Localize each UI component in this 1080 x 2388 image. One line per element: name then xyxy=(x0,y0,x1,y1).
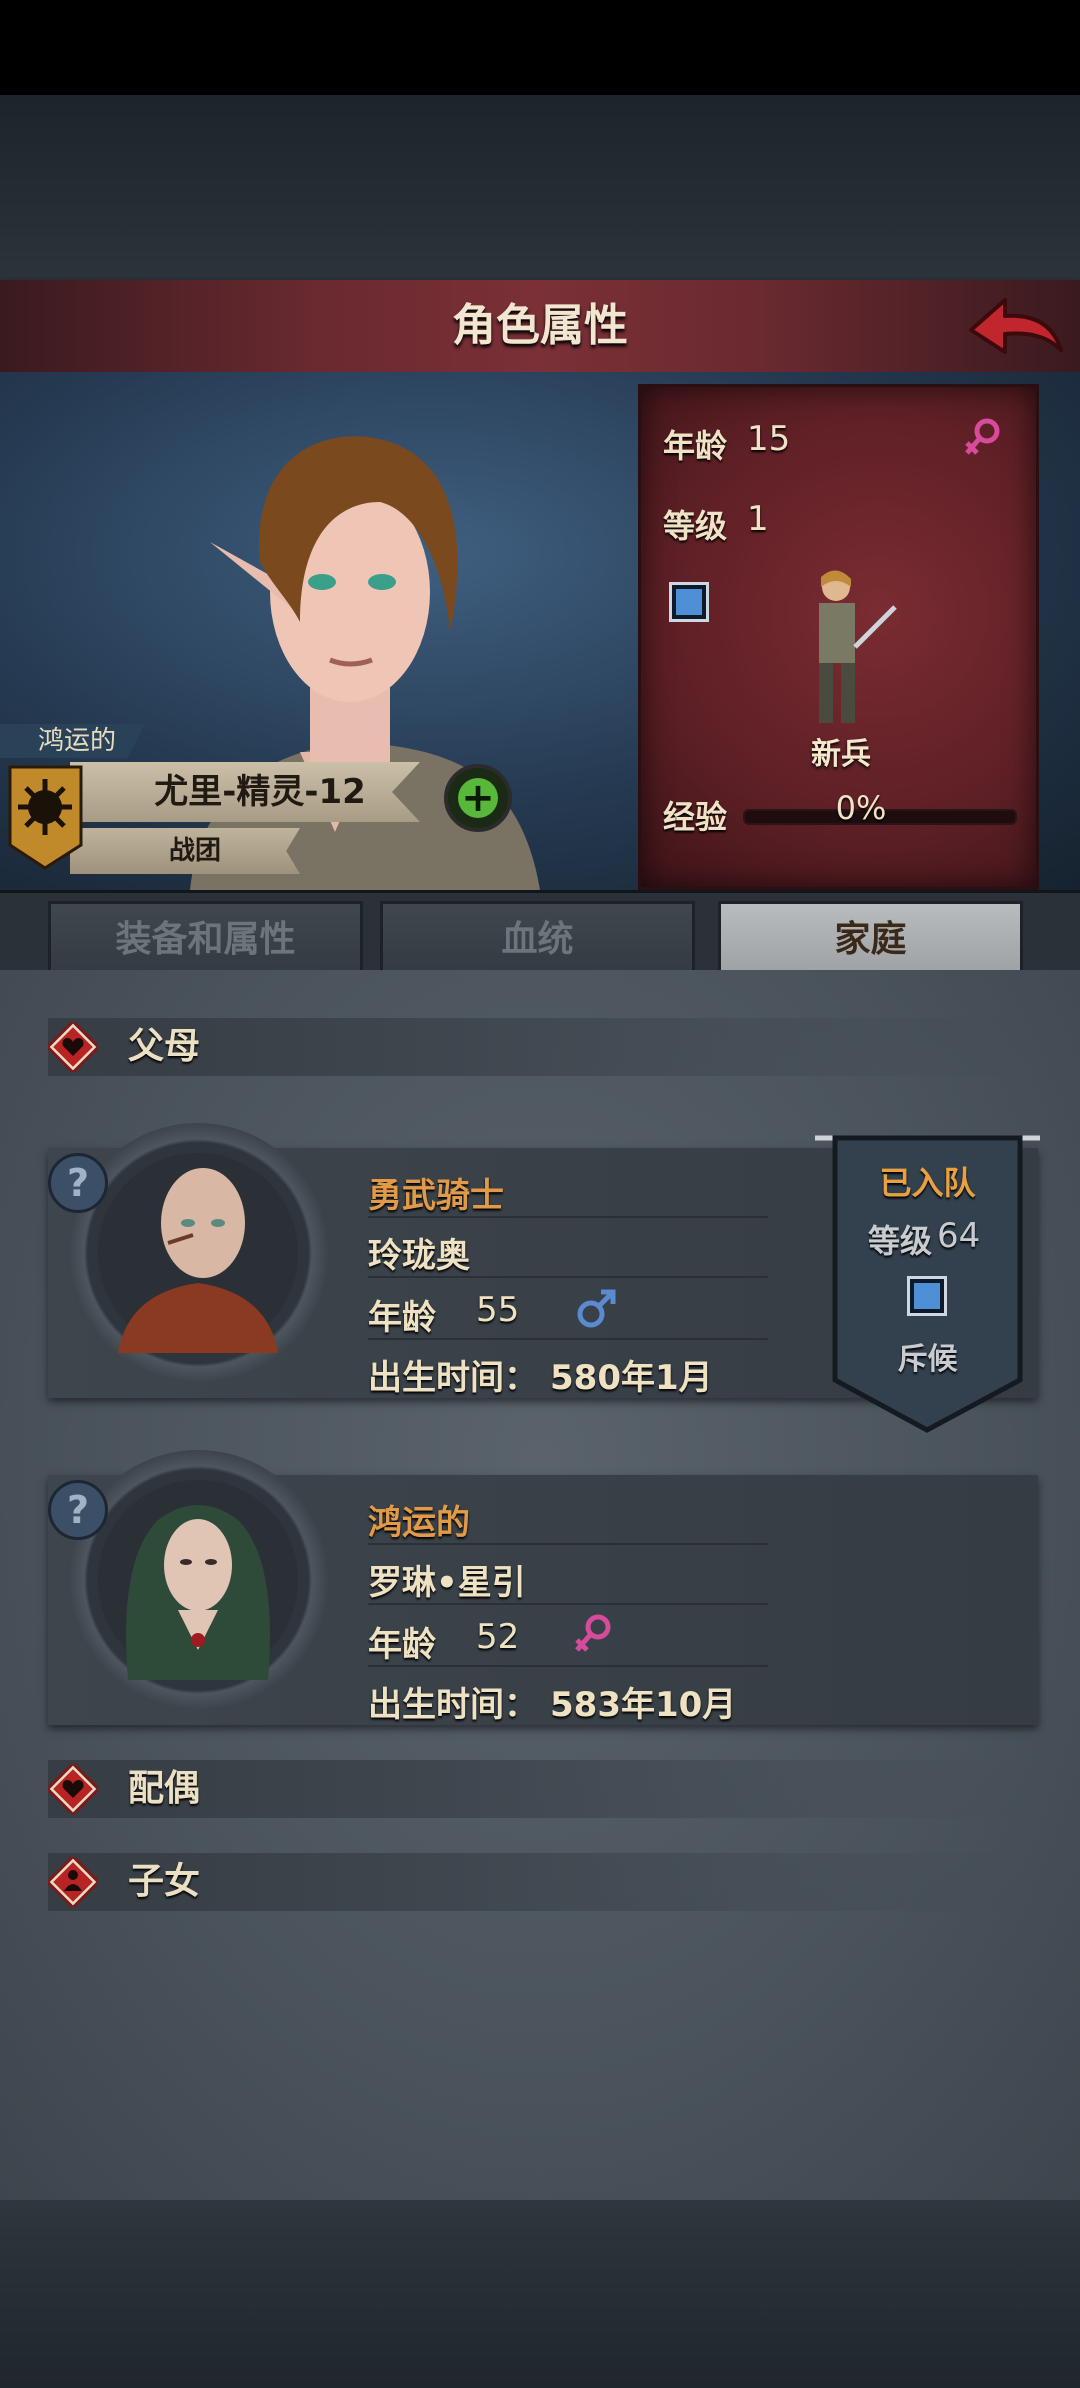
level-value: 1 xyxy=(747,499,769,539)
child-icon xyxy=(48,1857,98,1907)
father-portrait xyxy=(98,1153,298,1353)
stats-panel: 年龄 15 等级 1 新兵 经验 0% xyxy=(638,384,1039,890)
sword-icon xyxy=(907,1276,947,1316)
xp-percent: 0% xyxy=(835,789,887,827)
parent-age: 55 xyxy=(476,1290,520,1330)
female-icon xyxy=(575,1614,611,1652)
status-bar xyxy=(0,0,1080,95)
parent-age: 52 xyxy=(476,1617,520,1657)
parent-birth-label: 出生时间： xyxy=(368,1685,538,1725)
divider xyxy=(368,1276,768,1278)
female-icon xyxy=(965,418,1000,455)
divider xyxy=(368,1543,768,1545)
footer-background xyxy=(0,2200,1080,2388)
male-icon xyxy=(577,1289,616,1328)
sword-icon[interactable] xyxy=(669,582,709,622)
parent-birth-label: 出生时间： xyxy=(368,1358,538,1398)
question-icon[interactable]: ? xyxy=(48,1480,108,1540)
divider xyxy=(368,1603,768,1605)
tab-bloodline[interactable]: 血统 xyxy=(380,901,695,973)
age-label: 年龄 xyxy=(663,427,728,465)
section-parents: 父母 xyxy=(48,1018,1028,1076)
character-title-tag: 鸿运的 xyxy=(0,724,145,758)
legion-plate: 战团 xyxy=(70,828,300,874)
parent-title: 鸿运的 xyxy=(368,1503,470,1543)
legion-emblem-icon xyxy=(8,765,83,870)
class-figure xyxy=(819,570,897,723)
banner-class: 斥候 xyxy=(897,1342,958,1377)
question-icon[interactable]: ? xyxy=(48,1153,108,1213)
header-background xyxy=(0,95,1080,280)
section-parents-label: 父母 xyxy=(128,1026,201,1067)
parent-age-label: 年龄 xyxy=(368,1625,436,1665)
divider xyxy=(368,1338,768,1340)
joined-label: 已入队 xyxy=(879,1164,976,1202)
avatar xyxy=(68,1450,328,1710)
status-banner: 已入队 等级 64 斥候 xyxy=(815,1130,1040,1440)
parent-birth: 580年1月 xyxy=(550,1358,713,1398)
banner-level-label: 等级 xyxy=(868,1222,933,1260)
heart-icon xyxy=(48,1764,98,1814)
class-name: 新兵 xyxy=(811,737,871,772)
character-name: 尤里-精灵-12 xyxy=(154,772,366,812)
add-button[interactable]: + xyxy=(444,764,512,832)
parent-age-label: 年龄 xyxy=(368,1298,436,1338)
tab-equipment[interactable]: 装备和属性 xyxy=(48,901,363,973)
section-children-label: 子女 xyxy=(128,1861,201,1902)
title-bar: 角色属性 xyxy=(0,280,1080,376)
parent-card-mother[interactable]: ? 鸿运的 罗琳•星引 年龄 52 出生时间： 583年10月 xyxy=(48,1450,1038,1725)
tab-family[interactable]: 家庭 xyxy=(718,901,1023,973)
parent-name: 玲珑奥 xyxy=(368,1236,470,1276)
page-title: 角色属性 xyxy=(452,300,628,351)
back-arrow-icon[interactable] xyxy=(965,292,1065,362)
divider xyxy=(368,1665,768,1667)
banner-level: 64 xyxy=(937,1216,981,1256)
section-spouse-label: 配偶 xyxy=(128,1768,201,1809)
legion-label: 战团 xyxy=(168,836,221,866)
level-label: 等级 xyxy=(663,507,728,545)
age-value: 15 xyxy=(747,419,791,459)
parent-title: 勇武骑士 xyxy=(368,1176,504,1216)
avatar xyxy=(68,1123,328,1383)
mother-portrait xyxy=(98,1480,298,1680)
plus-icon: + xyxy=(461,775,495,821)
xp-label: 经验 xyxy=(663,798,728,836)
section-spouse: 配偶 xyxy=(48,1760,1028,1818)
tab-bar: 装备和属性 血统 家庭 xyxy=(0,890,1080,973)
heart-icon xyxy=(48,1022,98,1072)
parent-name: 罗琳•星引 xyxy=(368,1563,526,1603)
section-children: 子女 xyxy=(48,1853,1028,1911)
name-plate: 尤里-精灵-12 xyxy=(70,762,420,822)
parent-birth: 583年10月 xyxy=(550,1685,737,1725)
divider xyxy=(368,1216,768,1218)
character-hero: 鸿运的 尤里-精灵-12 战团 + 年龄 15 等级 1 新兵 经验 0% xyxy=(0,372,1080,890)
